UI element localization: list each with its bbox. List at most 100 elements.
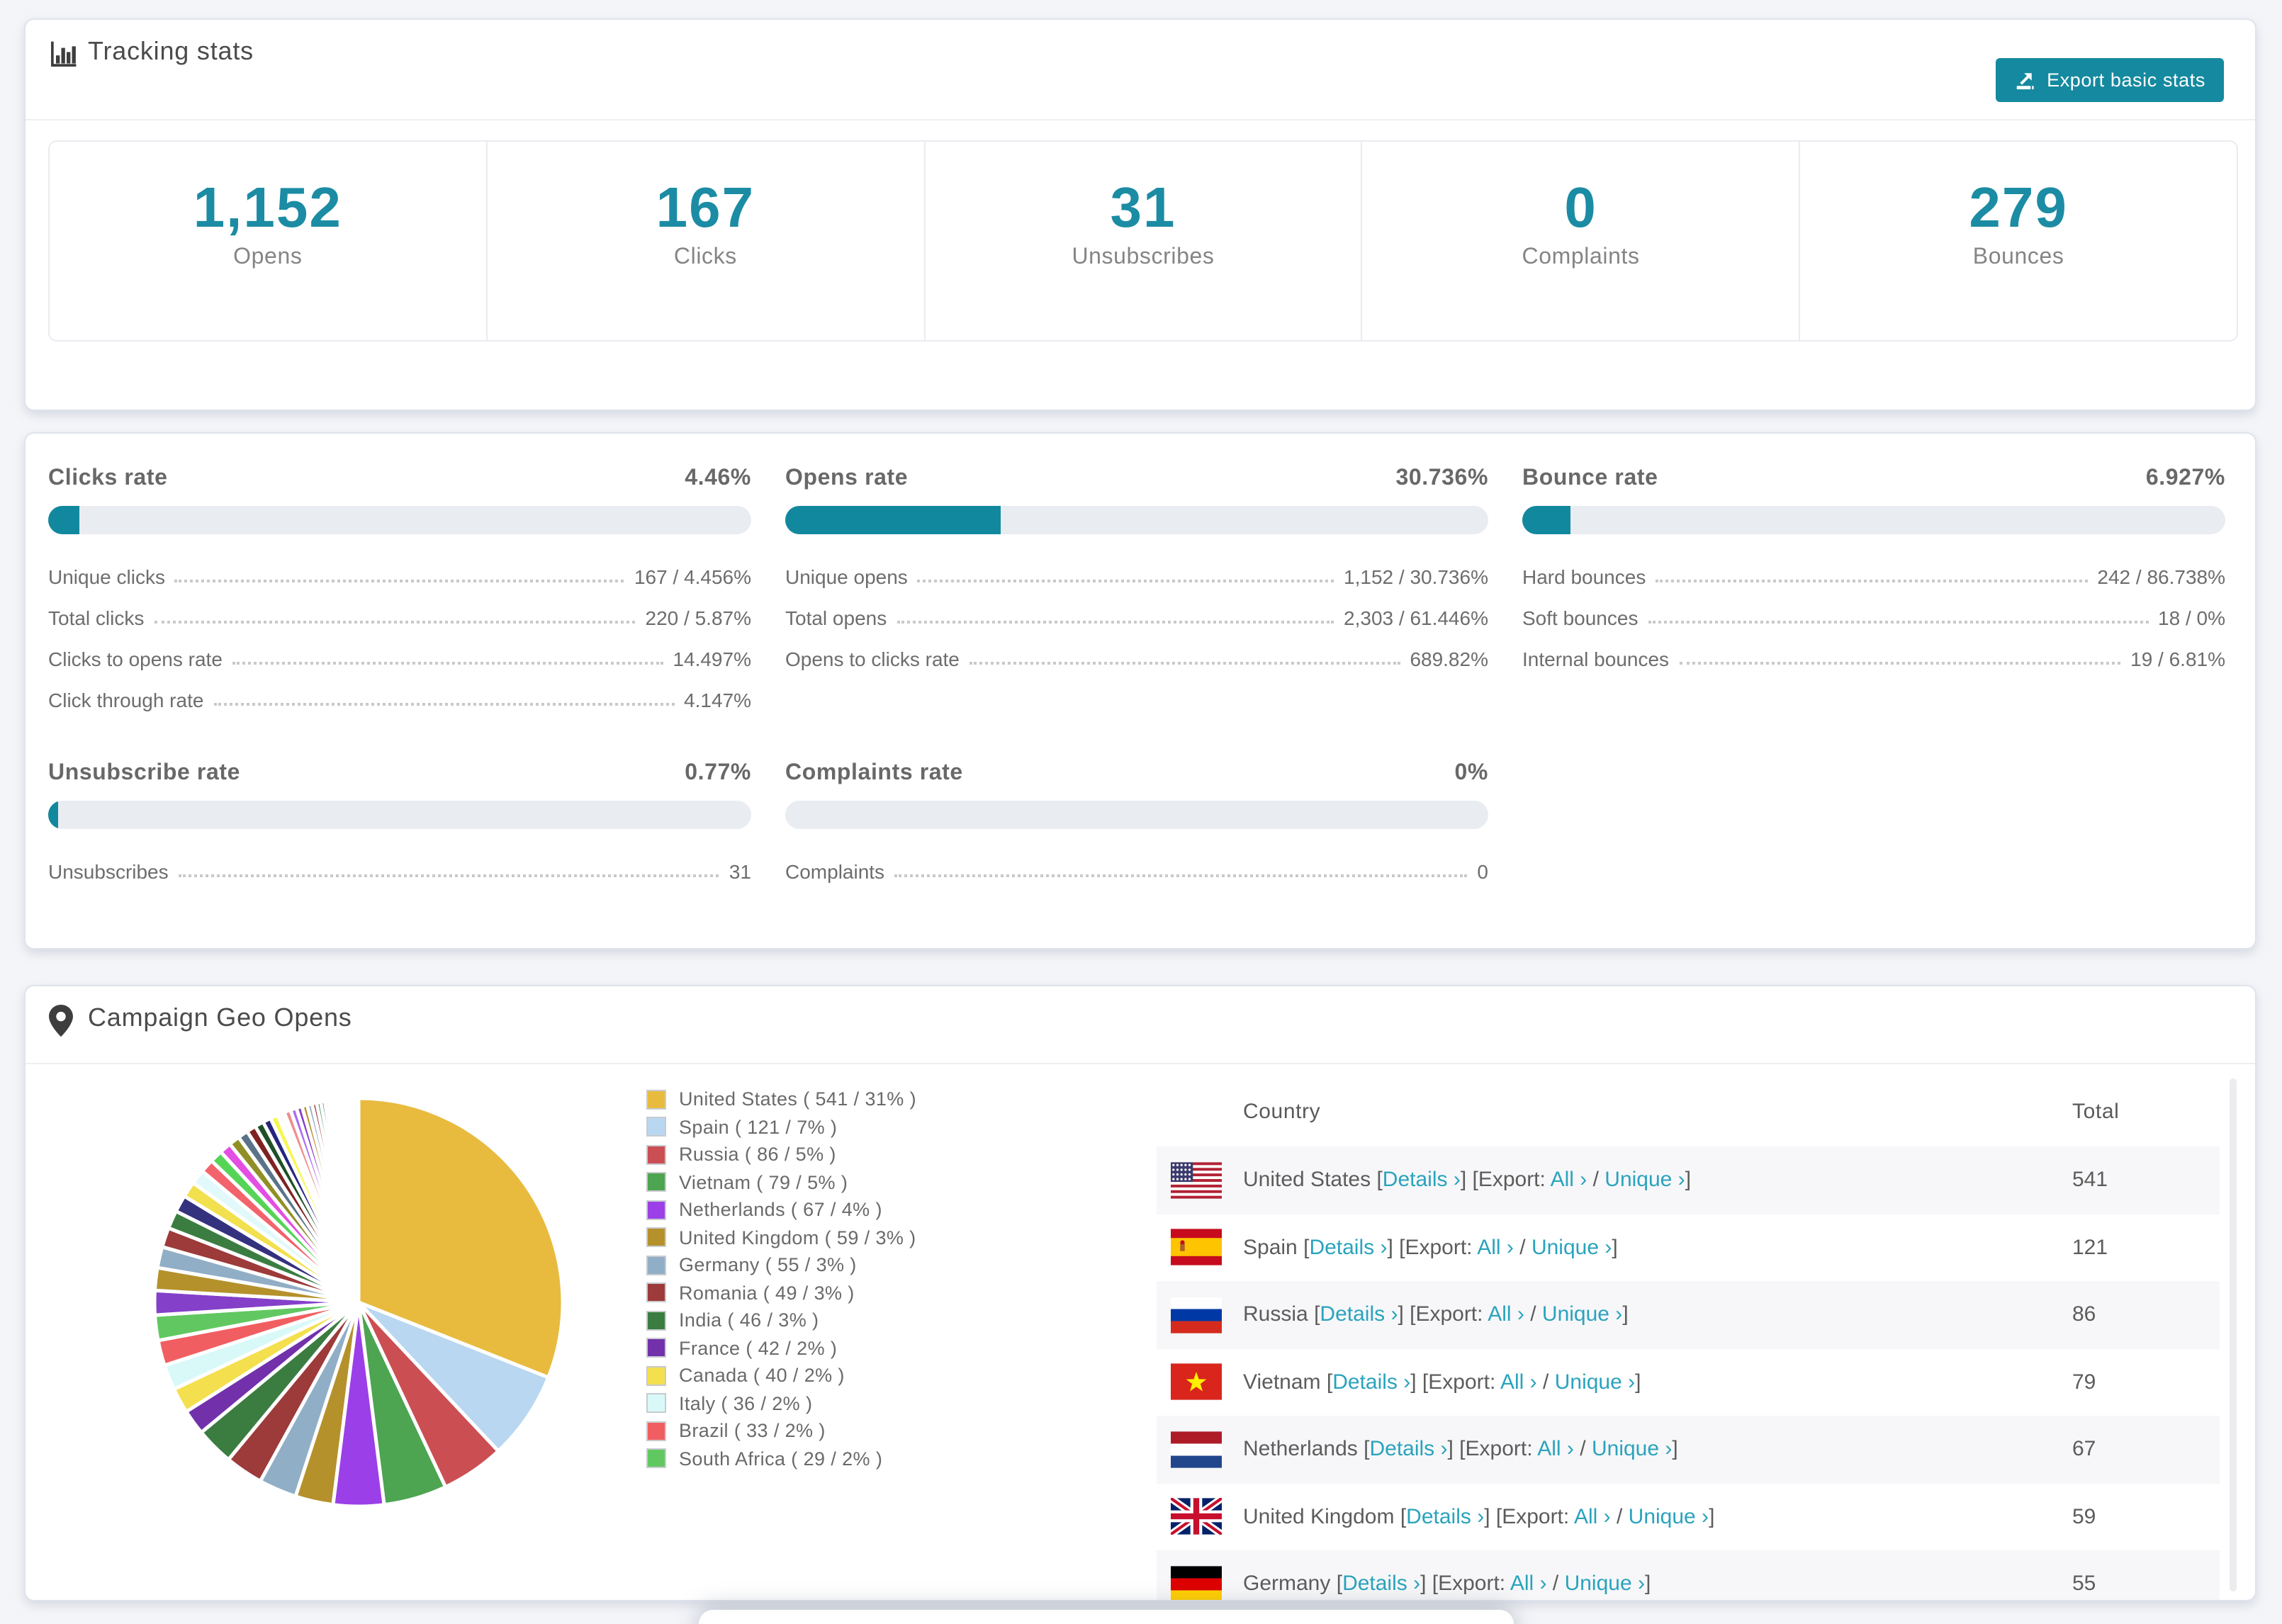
legend-item-canada[interactable]: Canada ( 40 / 2% ) [646,1362,916,1389]
rate-progress-fill [1522,506,1571,534]
details-link[interactable]: Details › [1383,1168,1461,1192]
rate-stat-value: 0 [1477,860,1488,883]
separator: / [1536,1370,1555,1394]
geo-opens-card: Campaign Geo Opens United States ( 541 /… [24,985,2256,1601]
rate-progress-track [48,506,751,534]
rate-panel-unsubscribe: Unsubscribe rate 0.77% Unsubscribes 31 [48,761,751,887]
rate-stat-value: 220 / 5.87% [645,607,751,629]
total-cell: 86 [2072,1302,2096,1327]
legend-item-united-kingdom[interactable]: United Kingdom ( 59 / 3% ) [646,1224,916,1251]
export-unique-link[interactable]: Unique › [1542,1303,1622,1327]
separator: / [1513,1235,1531,1260]
stat-label: Clicks [673,245,737,269]
rate-stat-row: Hard bounces 242 / 86.738% [1522,551,2225,592]
rate-stat-label: Complaints [785,860,885,883]
bracket: ] [Export: [1387,1235,1478,1260]
rate-progress-track [48,801,751,829]
rate-title: Clicks rate [48,466,168,490]
legend-item-spain[interactable]: Spain ( 121 / 7% ) [646,1113,916,1141]
export-all-link[interactable]: All › [1500,1370,1537,1394]
geo-opens-pie-chart [152,1096,565,1509]
export-unique-link[interactable]: Unique › [1629,1505,1709,1529]
details-link[interactable]: Details › [1332,1370,1410,1394]
export-all-link[interactable]: All › [1488,1303,1524,1327]
export-unique-link[interactable]: Unique › [1531,1236,1612,1260]
rate-progress-fill [48,506,80,534]
country-name: Spain [1243,1235,1304,1260]
stat-label: Opens [233,245,303,269]
dotted-leader [174,580,624,582]
separator: / [1587,1168,1605,1192]
bracket: ] [Export: [1420,1572,1510,1596]
rate-stat-label: Opens to clicks rate [785,648,960,670]
legend-label: Brazil ( 33 / 2% ) [679,1420,826,1442]
details-link[interactable]: Details › [1320,1303,1398,1327]
legend-item-vietnam[interactable]: Vietnam ( 79 / 5% ) [646,1168,916,1196]
legend-item-germany[interactable]: Germany ( 55 / 3% ) [646,1251,916,1279]
separator: / [1546,1572,1565,1596]
bracket: ] [1685,1168,1692,1192]
rate-stats: Unique opens 1,152 / 30.736% Total opens 2,… [785,551,1488,675]
legend-label: Germany ( 55 / 3% ) [679,1254,857,1276]
legend-swatch [646,1227,666,1248]
details-link[interactable]: Details › [1406,1505,1484,1529]
country-cell: United Kingdom [Details ›] [Export: All … [1243,1505,2072,1529]
separator: / [1573,1437,1592,1462]
pie-slice-other-40[interactable] [355,1096,361,1304]
stat-value: 31 [1110,177,1176,239]
rate-progress-fill [48,801,58,829]
legend-item-india[interactable]: India ( 46 / 3% ) [646,1307,916,1334]
legend-item-united-states[interactable]: United States ( 541 / 31% ) [646,1086,916,1113]
rate-stat-label: Internal bounces [1522,648,1670,670]
legend-item-france[interactable]: France ( 42 / 2% ) [646,1334,916,1362]
bracket: ] [1612,1235,1618,1260]
legend-swatch [646,1282,666,1303]
export-all-link[interactable]: All › [1537,1438,1574,1462]
legend-swatch [646,1448,666,1469]
legend-label: Romania ( 49 / 3% ) [679,1282,855,1304]
legend-label: France ( 42 / 2% ) [679,1337,838,1359]
export-all-link[interactable]: All › [1574,1505,1611,1529]
export-unique-link[interactable]: Unique › [1555,1370,1635,1394]
legend-item-netherlands[interactable]: Netherlands ( 67 / 4% ) [646,1196,916,1224]
export-all-link[interactable]: All › [1510,1572,1547,1596]
table-row: Spain [Details ›] [Export: All › / Uniqu… [1157,1214,2220,1281]
country-cell: Spain [Details ›] [Export: All › / Uniqu… [1243,1236,2072,1260]
table-scrollbar[interactable] [2230,1078,2237,1591]
column-country: Country [1243,1099,1321,1123]
details-link[interactable]: Details › [1342,1572,1420,1596]
export-unique-link[interactable]: Unique › [1592,1438,1672,1462]
country-name: United States [1243,1168,1377,1192]
stat-cell-complaints: 0 Complaints [1361,142,1799,340]
bracket: [ [1303,1235,1310,1260]
country-name: United Kingdom [1243,1504,1400,1529]
export-unique-link[interactable]: Unique › [1604,1168,1685,1192]
dotted-leader [178,874,719,877]
rate-stat-label: Hard bounces [1522,565,1646,588]
dashboard: Tracking stats Export basic stats 1,152 O… [0,0,2282,1624]
legend-label: South Africa ( 29 / 2% ) [679,1448,883,1470]
legend-label: Canada ( 40 / 2% ) [679,1365,845,1387]
export-all-link[interactable]: All › [1477,1236,1514,1260]
rate-stats: Unique clicks 167 / 4.456% Total clicks 220… [48,551,751,716]
country-cell: Netherlands [Details ›] [Export: All › /… [1243,1438,2072,1462]
legend-item-italy[interactable]: Italy ( 36 / 2% ) [646,1389,916,1417]
details-link[interactable]: Details › [1309,1236,1387,1260]
rate-panel-opens: Opens rate 30.736% Unique opens 1,152 / 30.… [785,466,1488,675]
map-pin-icon [48,1005,79,1037]
details-link[interactable]: Details › [1369,1438,1447,1462]
export-unique-link[interactable]: Unique › [1565,1572,1645,1596]
rate-stat-value: 4.147% [684,689,751,711]
dotted-leader [894,874,1468,877]
export-basic-stats-button[interactable]: Export basic stats [1996,58,2224,102]
legend-item-brazil[interactable]: Brazil ( 33 / 2% ) [646,1417,916,1445]
rate-progress-track [1522,506,2225,534]
export-all-link[interactable]: All › [1551,1168,1587,1192]
legend-item-romania[interactable]: Romania ( 49 / 3% ) [646,1279,916,1307]
rate-header: Unsubscribe rate 0.77% [48,761,751,789]
legend-item-south-africa[interactable]: South Africa ( 29 / 2% ) [646,1445,916,1472]
legend-swatch [646,1310,666,1331]
table-row: Netherlands [Details ›] [Export: All › /… [1157,1416,2220,1483]
legend-item-russia[interactable]: Russia ( 86 / 5% ) [646,1141,916,1168]
rate-stat-row: Unique opens 1,152 / 30.736% [785,551,1488,592]
